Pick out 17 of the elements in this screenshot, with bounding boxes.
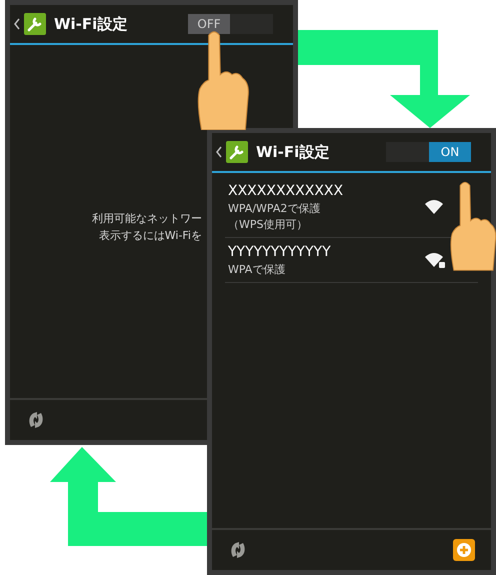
add-network-button[interactable] — [453, 539, 475, 561]
message-text: 利用可能なネットワー — [92, 211, 202, 227]
back-caret-icon[interactable] — [14, 18, 20, 30]
back-caret-icon[interactable] — [216, 146, 222, 158]
screen-title: Wi-Fi設定 — [54, 14, 128, 35]
wrench-icon — [226, 141, 248, 163]
wrench-icon — [24, 13, 46, 35]
network-name[interactable]: YYYYYYYYYYYY — [228, 242, 331, 262]
wps-note: （WPS使用可） — [228, 217, 308, 233]
screen-title: Wi-Fi設定 — [256, 142, 330, 163]
security-text: WPAで保護 — [228, 262, 286, 278]
plus-icon — [457, 543, 471, 557]
wifi-toggle[interactable]: ON — [386, 142, 471, 162]
security-text: WPA/WPA2で保護 — [228, 201, 320, 217]
network-name[interactable]: XXXXXXXXXXXX — [228, 181, 344, 201]
message-text: 表示するにはWi-Fiを — [98, 228, 202, 244]
wifi-toggle[interactable]: OFF — [188, 14, 273, 34]
